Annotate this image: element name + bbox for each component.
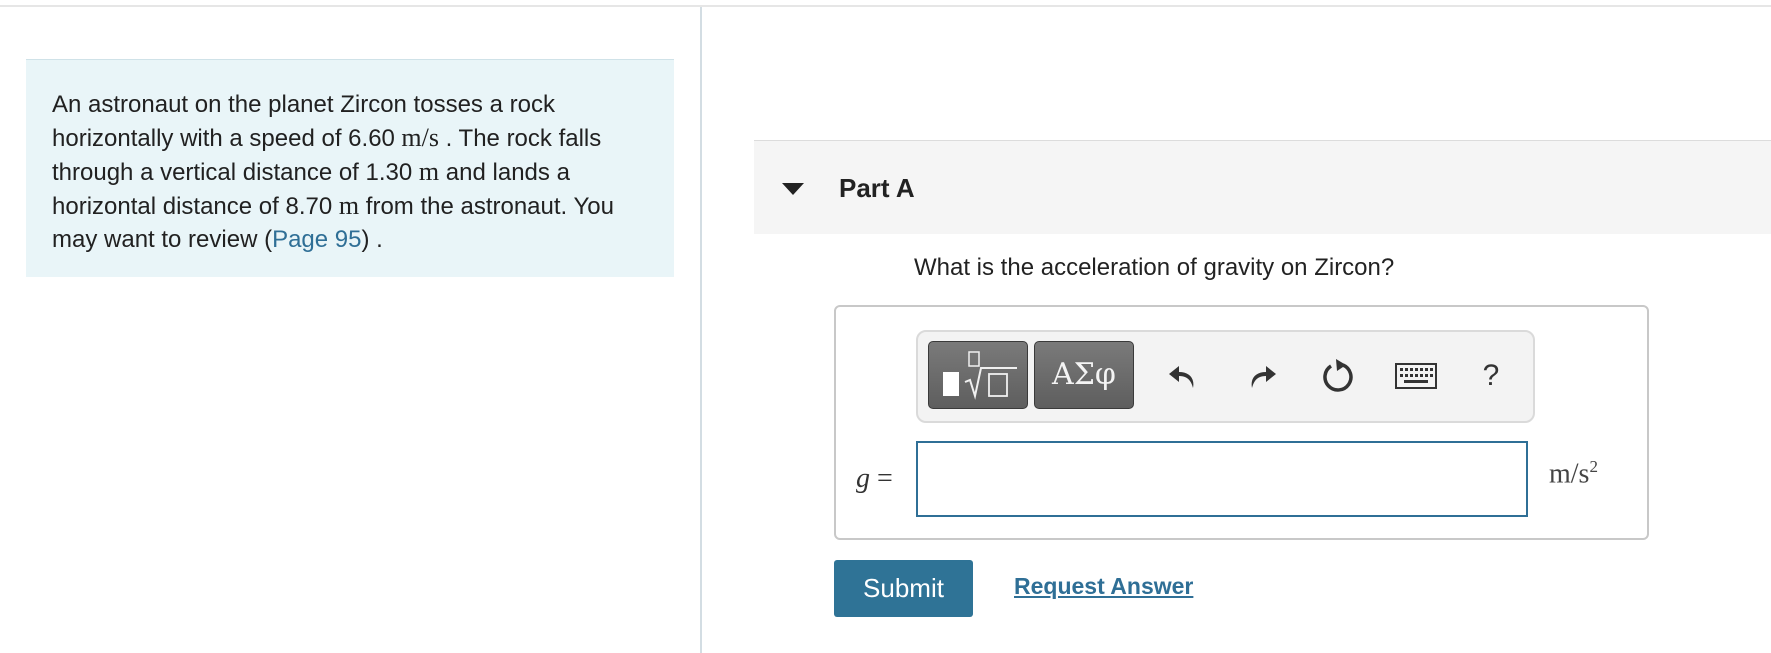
request-answer-link[interactable]: Request Answer — [1014, 573, 1193, 600]
part-title: Part A — [839, 173, 915, 203]
answer-input[interactable] — [916, 441, 1528, 517]
reset-button[interactable] — [1316, 354, 1360, 398]
vertical-distance-value: 1.30 m — [365, 157, 440, 186]
reset-icon — [1323, 359, 1353, 392]
undo-button[interactable] — [1163, 354, 1207, 398]
question-text: What is the acceleration of gravity on Z… — [914, 254, 1395, 281]
submit-button[interactable]: Submit — [834, 560, 973, 617]
help-icon: ? — [1482, 359, 1500, 392]
panel-divider — [700, 7, 702, 653]
keyboard-icon — [1395, 363, 1437, 389]
templates-button[interactable] — [928, 341, 1028, 409]
speed-value: 6.60 m/s — [348, 123, 439, 152]
unit-label: m/s2 — [1549, 457, 1598, 490]
redo-button[interactable] — [1238, 354, 1282, 398]
undo-icon — [1169, 366, 1194, 388]
help-button[interactable]: ? — [1473, 354, 1509, 398]
problem-intro: An astronaut on the planet Zircon tosses… — [26, 59, 674, 277]
templates-icon — [943, 351, 1017, 400]
problem-text: An astronaut on the planet Zircon tosses… — [52, 91, 614, 253]
variable-label: g = — [856, 463, 893, 494]
keyboard-button[interactable] — [1393, 354, 1441, 398]
horizontal-distance-value: 8.70 m — [285, 191, 360, 220]
page-link[interactable]: Page 95 — [272, 226, 361, 253]
part-a-header[interactable]: Part A — [754, 140, 1771, 234]
greek-letters-button[interactable]: ΑΣφ — [1034, 341, 1134, 409]
collapse-caret-icon[interactable] — [782, 183, 804, 195]
redo-icon — [1251, 366, 1276, 388]
greek-letters-icon: ΑΣφ — [1052, 357, 1116, 392]
math-toolbar: ΑΣφ ? — [916, 330, 1535, 423]
answer-box: ΑΣφ ? g = m/s2 — [834, 305, 1649, 540]
top-rule — [0, 5, 1771, 7]
